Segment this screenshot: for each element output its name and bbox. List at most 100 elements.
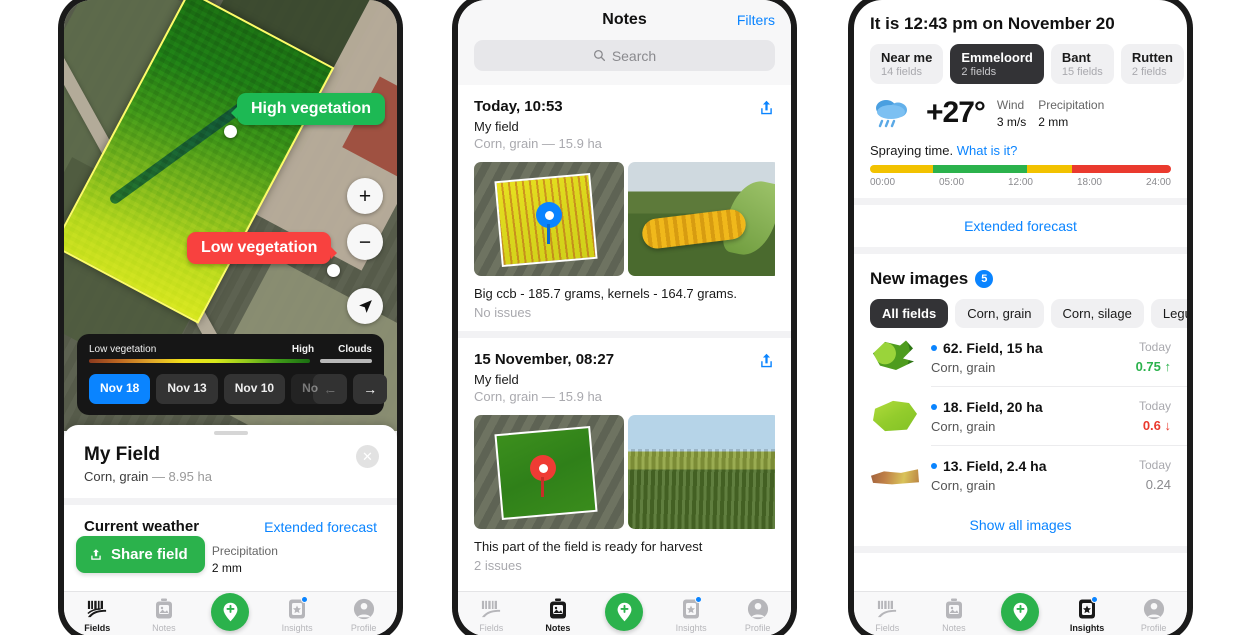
ndvi-thumbnail	[870, 398, 920, 434]
tab-bar: Fields Notes Insights Profile	[64, 591, 397, 635]
zoom-out-button[interactable]: −	[347, 224, 383, 260]
low-vegetation-callout: Low vegetation	[187, 232, 338, 264]
note-photos[interactable]	[474, 162, 775, 276]
legend-bars	[89, 359, 372, 363]
what-is-it-link[interactable]: What is it?	[957, 143, 1018, 158]
location-field-count: 2 fields	[1131, 66, 1167, 78]
legend-clouds-label: Clouds	[338, 344, 372, 355]
note-share-button[interactable]	[758, 351, 775, 375]
note-card[interactable]: Today, 10:53 My field Corn, grain — 15.9…	[458, 85, 791, 331]
add-pin-fab-icon[interactable]	[1001, 593, 1040, 631]
extended-forecast-link[interactable]: Extended forecast	[264, 519, 377, 535]
ndvi-thumbnail	[870, 339, 920, 375]
tab-insights[interactable]: Insights	[658, 596, 725, 633]
map-point-high[interactable]	[224, 125, 237, 138]
show-all-images-link[interactable]: Show all images	[854, 504, 1187, 546]
note-map-thumbnail[interactable]	[474, 415, 624, 529]
current-weather-title: Current weather	[84, 518, 200, 535]
filters-button[interactable]: Filters	[737, 12, 775, 28]
note-crop: Corn, grain — 15.9 ha	[474, 136, 602, 151]
location-chip-bant[interactable]: Bant 15 fields	[1050, 44, 1114, 84]
tick-3: 18:00	[1076, 177, 1102, 188]
note-photo[interactable]	[628, 162, 775, 276]
sheet-divider	[64, 498, 397, 505]
field-image-row[interactable]: 18. Field, 20 ha Corn, grain Today 0.6 ↓	[854, 387, 1187, 445]
ndvi-thumbnail	[870, 457, 920, 493]
field-image-row[interactable]: 13. Field, 2.4 ha Corn, grain Today 0.24	[854, 446, 1187, 504]
add-pin-fab-icon[interactable]	[605, 593, 644, 631]
note-text: Big ccb - 185.7 grams, kernels - 164.7 g…	[474, 286, 738, 301]
close-sheet-button[interactable]: ✕	[356, 445, 379, 468]
location-chip-emmeloord[interactable]: Emmeloord 2 fields	[950, 44, 1044, 84]
close-icon: ✕	[362, 448, 373, 464]
tab-notes-label: Notes	[152, 623, 176, 633]
tab-profile[interactable]: Profile	[724, 597, 791, 633]
field-image-row[interactable]: 62. Field, 15 ha Corn, grain Today 0.75 …	[854, 328, 1187, 386]
date-selector[interactable]: Nov 18 Nov 13 Nov 10 No ← →	[89, 374, 388, 404]
note-card[interactable]: 15 November, 08:27 My field Corn, grain …	[458, 338, 791, 584]
tab-fields[interactable]: Fields	[64, 597, 131, 633]
field-row-crop: Corn, grain	[931, 477, 996, 493]
spraying-time-ticks: 00:00 05:00 12:00 18:00 24:00	[870, 177, 1171, 188]
add-pin-fab-icon[interactable]	[211, 593, 250, 631]
note-issues: No issues	[474, 305, 532, 320]
tab-insights[interactable]: Insights	[1054, 596, 1121, 633]
navigation-arrow-icon	[358, 299, 372, 313]
crop-chip-corn-grain[interactable]: Corn, grain	[955, 299, 1044, 328]
search-input[interactable]: Search	[474, 40, 775, 71]
new-images-badge: 5	[975, 270, 994, 288]
location-field-count: 15 fields	[1061, 66, 1103, 78]
tab-insights[interactable]: Insights	[264, 596, 331, 633]
new-images-header: New images 5	[854, 254, 1187, 289]
map-pin-red	[530, 455, 556, 497]
location-chips[interactable]: Near me 14 fields Emmeloord 2 fields Ban…	[870, 44, 1184, 84]
share-icon	[761, 100, 772, 115]
date-chip-1[interactable]: Nov 13	[156, 374, 218, 404]
date-chip-3[interactable]: No	[291, 374, 330, 404]
tab-notes[interactable]: Notes	[525, 597, 592, 633]
tab-add-button[interactable]	[591, 593, 658, 631]
zoom-in-button[interactable]: +	[347, 178, 383, 214]
field-row-right: Today 0.6 ↓	[1139, 399, 1171, 433]
crop-filter-chips[interactable]: All fields Corn, grain Corn, silage Legu…	[854, 289, 1187, 328]
weather-summary: +27° Wind 3 m/s Precipitation 2 mm	[854, 84, 1187, 130]
tick-4: 24:00	[1145, 177, 1171, 188]
legend-low-label: Low vegetation	[89, 344, 157, 355]
map-point-low[interactable]	[327, 264, 340, 277]
profile-icon	[1141, 597, 1167, 621]
date-chip-0[interactable]: Nov 18	[89, 374, 151, 404]
tab-profile[interactable]: Profile	[330, 597, 397, 633]
date-chip-2[interactable]: Nov 10	[223, 374, 286, 404]
extended-forecast-link[interactable]: Extended forecast	[854, 205, 1187, 247]
crop-chip-corn-silage[interactable]: Corn, silage	[1050, 299, 1144, 328]
note-share-button[interactable]	[758, 98, 775, 122]
note-photos[interactable]	[474, 415, 775, 529]
next-date-button[interactable]: →	[353, 374, 388, 404]
location-chip-rutten[interactable]: Rutten 2 fields	[1120, 44, 1184, 84]
share-field-button[interactable]: Share field	[76, 536, 205, 573]
field-row-main: 18. Field, 20 ha Corn, grain	[931, 399, 1128, 434]
fields-icon	[874, 597, 900, 621]
tab-insights-label: Insights	[1069, 623, 1105, 633]
location-name: Bant	[1061, 50, 1091, 65]
location-field-count: 2 fields	[961, 66, 997, 78]
insights-header: It is 12:43 pm on November 20 Near me 14…	[854, 0, 1187, 84]
field-name-text: 13. Field, 2.4 ha	[943, 457, 1047, 474]
note-meta: Today, 10:53 My field Corn, grain — 15.9…	[474, 98, 602, 151]
tab-add-button[interactable]	[197, 593, 264, 631]
crop-chip-all-fields[interactable]: All fields	[870, 299, 949, 328]
tab-add-button[interactable]	[987, 593, 1054, 631]
field-row-when: Today	[1138, 399, 1171, 413]
locate-me-button[interactable]	[347, 288, 383, 324]
crop-chip-leguminous[interactable]: Leguminou	[1150, 299, 1187, 328]
location-chip-near-me[interactable]: Near me 14 fields	[870, 44, 944, 84]
tab-notes[interactable]: Notes	[131, 597, 198, 633]
note-photo[interactable]	[628, 415, 775, 529]
field-map[interactable]: Hoefweg High vegetation Low vegetation +…	[64, 0, 397, 431]
tab-fields[interactable]: Fields	[458, 597, 525, 633]
location-name: Near me	[881, 50, 933, 65]
tab-profile[interactable]: Profile	[1120, 597, 1187, 633]
tab-fields[interactable]: Fields	[854, 597, 921, 633]
tab-notes[interactable]: Notes	[921, 597, 988, 633]
note-map-thumbnail[interactable]	[474, 162, 624, 276]
